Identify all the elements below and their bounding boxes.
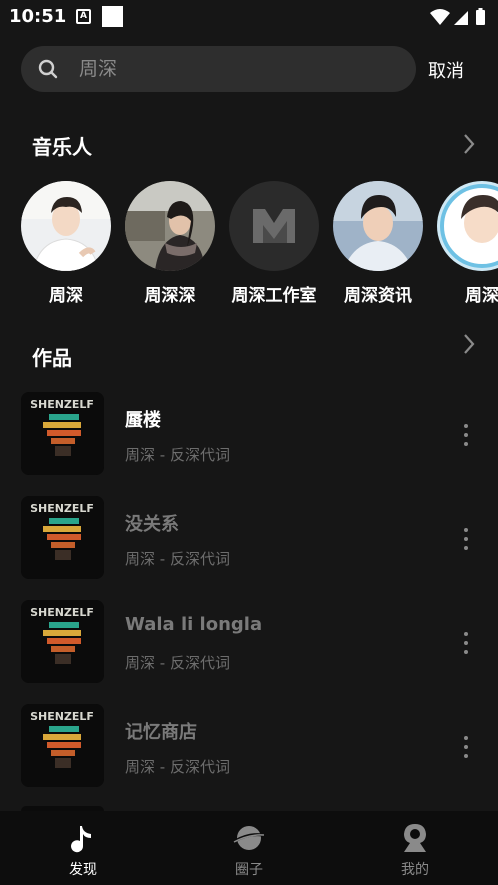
nav-label: 圈子 [235, 862, 263, 878]
song-row[interactable]: SHENZELF 蜃楼 周深 - 反深代词 [0, 392, 498, 480]
songs-section-title: 作品 [32, 346, 72, 370]
artists-section-title: 音乐人 [32, 135, 92, 159]
search-bar[interactable] [21, 46, 416, 92]
svg-text:SHENZELF: SHENZELF [30, 710, 94, 723]
artist-avatar [229, 181, 319, 271]
nav-discover[interactable]: 发现 [0, 811, 166, 885]
music-note-icon [71, 826, 91, 853]
svg-text:SHENZELF: SHENZELF [30, 606, 94, 619]
nav-label: 我的 [401, 862, 429, 878]
song-title: 蜃楼 [125, 410, 161, 431]
artist-avatar [437, 181, 498, 271]
more-options-icon[interactable] [458, 526, 474, 552]
svg-text:SHENZELF: SHENZELF [30, 398, 94, 411]
artist-name: 周深 [465, 286, 498, 306]
artist-name: 周深资讯 [344, 286, 412, 306]
battery-icon [476, 10, 485, 25]
profile-icon [404, 824, 426, 852]
planet-icon [233, 826, 265, 850]
nav-label: 发现 [69, 862, 97, 878]
signal-icon [454, 11, 468, 25]
artist-avatar [333, 181, 423, 271]
song-row[interactable]: SHENZELF 没关系 周深 - 反深代词 [0, 496, 498, 584]
wifi-icon [430, 9, 450, 25]
nav-profile[interactable]: 我的 [332, 811, 498, 885]
song-title: 没关系 [125, 514, 179, 535]
song-title: Wala li longla [125, 614, 263, 635]
bottom-nav: 发现 圈子 我的 [0, 811, 498, 885]
artist-name: 周深工作室 [231, 286, 317, 306]
status-time: 10:51 [9, 6, 67, 27]
album-cover: SHENZELF [21, 704, 104, 787]
artist-avatar [125, 181, 215, 271]
song-subtitle: 周深 - 反深代词 [125, 550, 230, 568]
chevron-right-icon[interactable] [462, 333, 476, 355]
search-input[interactable] [79, 46, 399, 92]
song-subtitle: 周深 - 反深代词 [125, 654, 230, 672]
song-row[interactable]: SHENZELF Wala li longla 周深 - 反深代词 [0, 600, 498, 688]
chevron-right-icon[interactable] [462, 133, 476, 155]
artists-list: 周深 周深深 周深工作室 周深资讯 周深 [0, 181, 498, 311]
notification-square-icon [102, 6, 123, 27]
artist-name: 周深深 [144, 286, 196, 306]
cancel-button[interactable]: 取消 [428, 57, 464, 83]
more-options-icon[interactable] [458, 422, 474, 448]
song-title: 记忆商店 [125, 722, 197, 743]
search-icon [38, 59, 58, 79]
nav-circle[interactable]: 圈子 [166, 811, 332, 885]
svg-text:SHENZELF: SHENZELF [30, 502, 94, 515]
album-cover: SHENZELF [21, 600, 104, 683]
artist-avatar [21, 181, 111, 271]
system-status-icons [430, 8, 485, 25]
album-cover: SHENZELF [21, 496, 104, 579]
song-row[interactable]: SHENZELF 记忆商店 周深 - 反深代词 [0, 704, 498, 792]
song-subtitle: 周深 - 反深代词 [125, 446, 230, 464]
more-options-icon[interactable] [458, 734, 474, 760]
artist-name: 周深 [49, 286, 83, 306]
album-cover: SHENZELF [21, 392, 104, 475]
more-options-icon[interactable] [458, 630, 474, 656]
notification-icon: A [76, 9, 91, 24]
song-subtitle: 周深 - 反深代词 [125, 758, 230, 776]
status-bar: 10:51 A [0, 0, 498, 34]
